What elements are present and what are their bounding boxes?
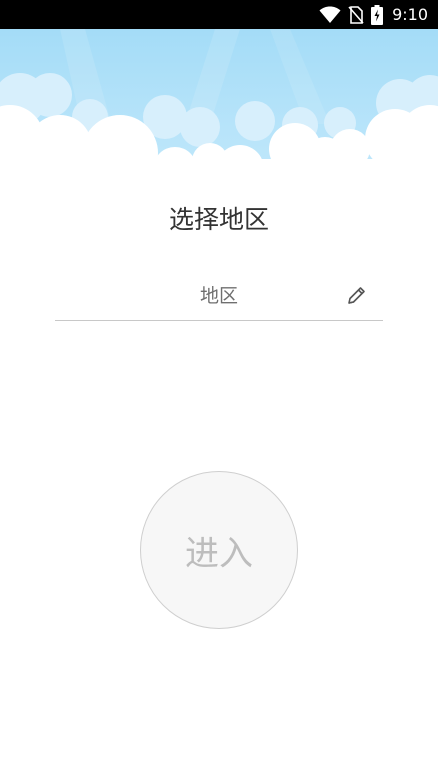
sky-header xyxy=(0,29,438,169)
region-field xyxy=(55,272,383,321)
clouds-illustration xyxy=(0,29,438,169)
page-title: 选择地区 xyxy=(168,205,269,234)
app-screen: 9:10 选择地区 地区 进入 xyxy=(0,0,438,778)
status-time: 9:10 xyxy=(392,5,428,24)
enter-button-label: 进入 xyxy=(185,533,253,574)
enter-button[interactable]: 进入 xyxy=(140,471,298,629)
battery-charging-icon xyxy=(371,4,384,25)
no-sim-icon xyxy=(348,5,364,24)
pencil-edit-icon[interactable] xyxy=(345,285,367,307)
status-bar: 9:10 xyxy=(0,0,438,29)
region-input[interactable] xyxy=(55,272,383,320)
wifi-icon xyxy=(319,6,341,23)
